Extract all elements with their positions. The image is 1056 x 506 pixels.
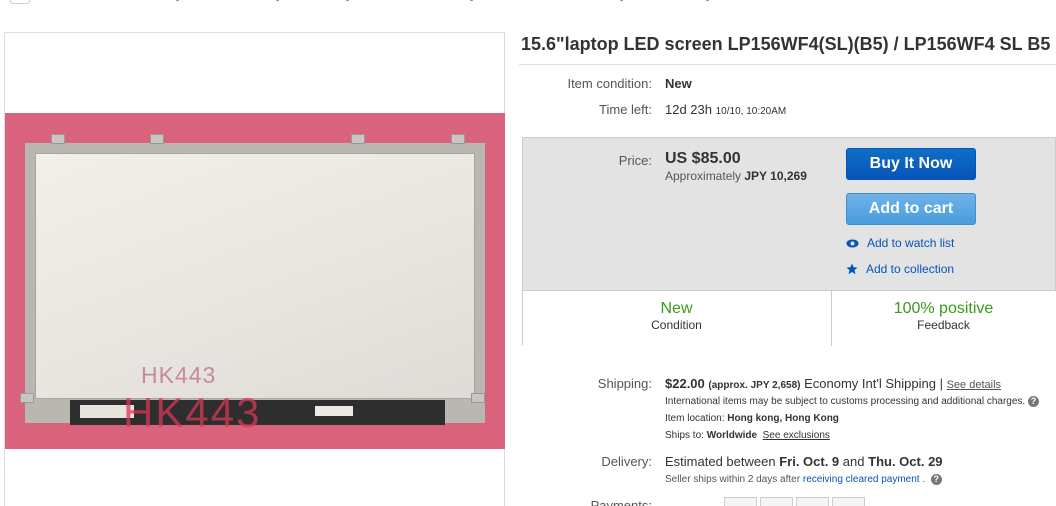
- delivery-label: Delivery:: [601, 454, 652, 469]
- price-approx-value: JPY 10,269: [744, 169, 807, 183]
- customs-note: International items may be subject to cu…: [665, 396, 1026, 408]
- item-location-label: Item location:: [665, 413, 725, 424]
- delivery-note: Seller ships within 2 days after receivi…: [665, 474, 942, 485]
- delivery-note-suffix: .: [922, 474, 926, 486]
- delivery-start: Fri. Oct. 9: [779, 454, 840, 469]
- watch-list-label: Add to watch list: [867, 236, 955, 250]
- time-left: 12d 23h 10/10, 10:20AM: [665, 102, 786, 117]
- mount-tab: [351, 134, 365, 144]
- panel-screen: [35, 153, 475, 399]
- shipping-note: International items may be subject to cu…: [665, 396, 1039, 407]
- top-strip: [0, 0, 1056, 6]
- ships-to: Ships to: Worldwide See exclusions: [665, 430, 830, 441]
- time-left-detail: 10/10, 10:20AM: [715, 106, 787, 117]
- time-left-value: 12d 23h: [665, 102, 712, 117]
- feedback-summary[interactable]: 100% positive Feedback: [831, 300, 1056, 332]
- help-icon[interactable]: ?: [930, 474, 942, 485]
- ships-to-label: Ships to:: [665, 430, 704, 441]
- add-to-watch-list-link[interactable]: Add to watch list: [846, 236, 954, 250]
- paypal-logo: [665, 497, 721, 506]
- delivery-estimate: Estimated between Fri. Oct. 9 and Thu. O…: [665, 454, 943, 469]
- item-location-value: Hong kong, Hong Kong: [727, 413, 839, 424]
- item-location: Item location: Hong kong, Hong Kong: [665, 413, 839, 424]
- amex-logo: [796, 497, 829, 506]
- feedback-summary-label: Feedback: [917, 318, 970, 332]
- shipping-approx: (approx. JPY 2,658): [708, 380, 801, 391]
- item-condition-value: New: [665, 76, 692, 91]
- price-approx-prefix: Approximately: [665, 169, 742, 183]
- shipping-cost: $22.00: [665, 376, 705, 391]
- ships-to-value: Worldwide: [706, 430, 758, 441]
- condition-summary-label: Condition: [651, 318, 702, 332]
- mount-tab: [20, 393, 34, 403]
- price-value: US $85.00: [665, 150, 741, 167]
- collection-label: Add to collection: [866, 262, 955, 276]
- mount-tab: [471, 393, 485, 403]
- watermark-large: HK443: [123, 389, 262, 436]
- item-condition-label: Item condition:: [567, 76, 652, 91]
- mount-tab: [451, 134, 465, 144]
- mount-tab: [51, 134, 65, 144]
- buy-it-now-button[interactable]: Buy It Now: [846, 148, 976, 180]
- shipping-label: Shipping:: [597, 376, 652, 391]
- image-panel: HK443 HK443: [4, 32, 505, 506]
- payment-logos: [665, 497, 865, 506]
- mount-tab: [150, 134, 164, 144]
- price-label: Price:: [618, 153, 652, 168]
- discover-logo: [832, 497, 865, 506]
- condition-summary-value: New: [660, 300, 693, 317]
- eye-icon: [846, 239, 859, 247]
- delivery-and: and: [842, 454, 865, 469]
- delivery-note-prefix: Seller ships within 2 days after: [665, 474, 801, 486]
- watermark-small: HK443: [141, 362, 217, 388]
- payments-label: Payments:: [590, 498, 652, 506]
- see-exclusions-link[interactable]: See exclusions: [763, 430, 830, 441]
- visa-logo: [724, 497, 757, 506]
- help-icon[interactable]: ?: [1027, 396, 1039, 407]
- cleared-payment-link[interactable]: receiving cleared payment: [803, 474, 920, 485]
- delivery-prefix: Estimated between: [665, 454, 776, 469]
- delivery-end: Thu. Oct. 29: [868, 454, 943, 469]
- see-details-link[interactable]: See details: [947, 379, 1001, 391]
- price-approx: Approximately JPY 10,269: [665, 169, 807, 183]
- shipping-separator: |: [939, 376, 943, 391]
- shipping-service: Economy Int'l Shipping: [804, 376, 936, 391]
- shipping-line: $22.00 (approx. JPY 2,658) Economy Int'l…: [665, 376, 1001, 391]
- title-divider: [519, 64, 1056, 65]
- connector: [315, 406, 353, 416]
- header-checkbox[interactable]: [10, 0, 30, 4]
- condition-summary: New Condition: [522, 300, 831, 332]
- star-icon: [846, 263, 858, 275]
- add-to-cart-button[interactable]: Add to cart: [846, 193, 976, 225]
- product-photo[interactable]: HK443 HK443: [5, 113, 505, 449]
- feedback-summary-value: 100% positive: [893, 300, 994, 317]
- add-to-collection-link[interactable]: Add to collection: [846, 262, 954, 276]
- item-title: 15.6"laptop LED screen LP156WF4(SL)(B5) …: [521, 34, 1051, 54]
- mastercard-logo: [760, 497, 793, 506]
- time-left-label: Time left:: [599, 102, 652, 117]
